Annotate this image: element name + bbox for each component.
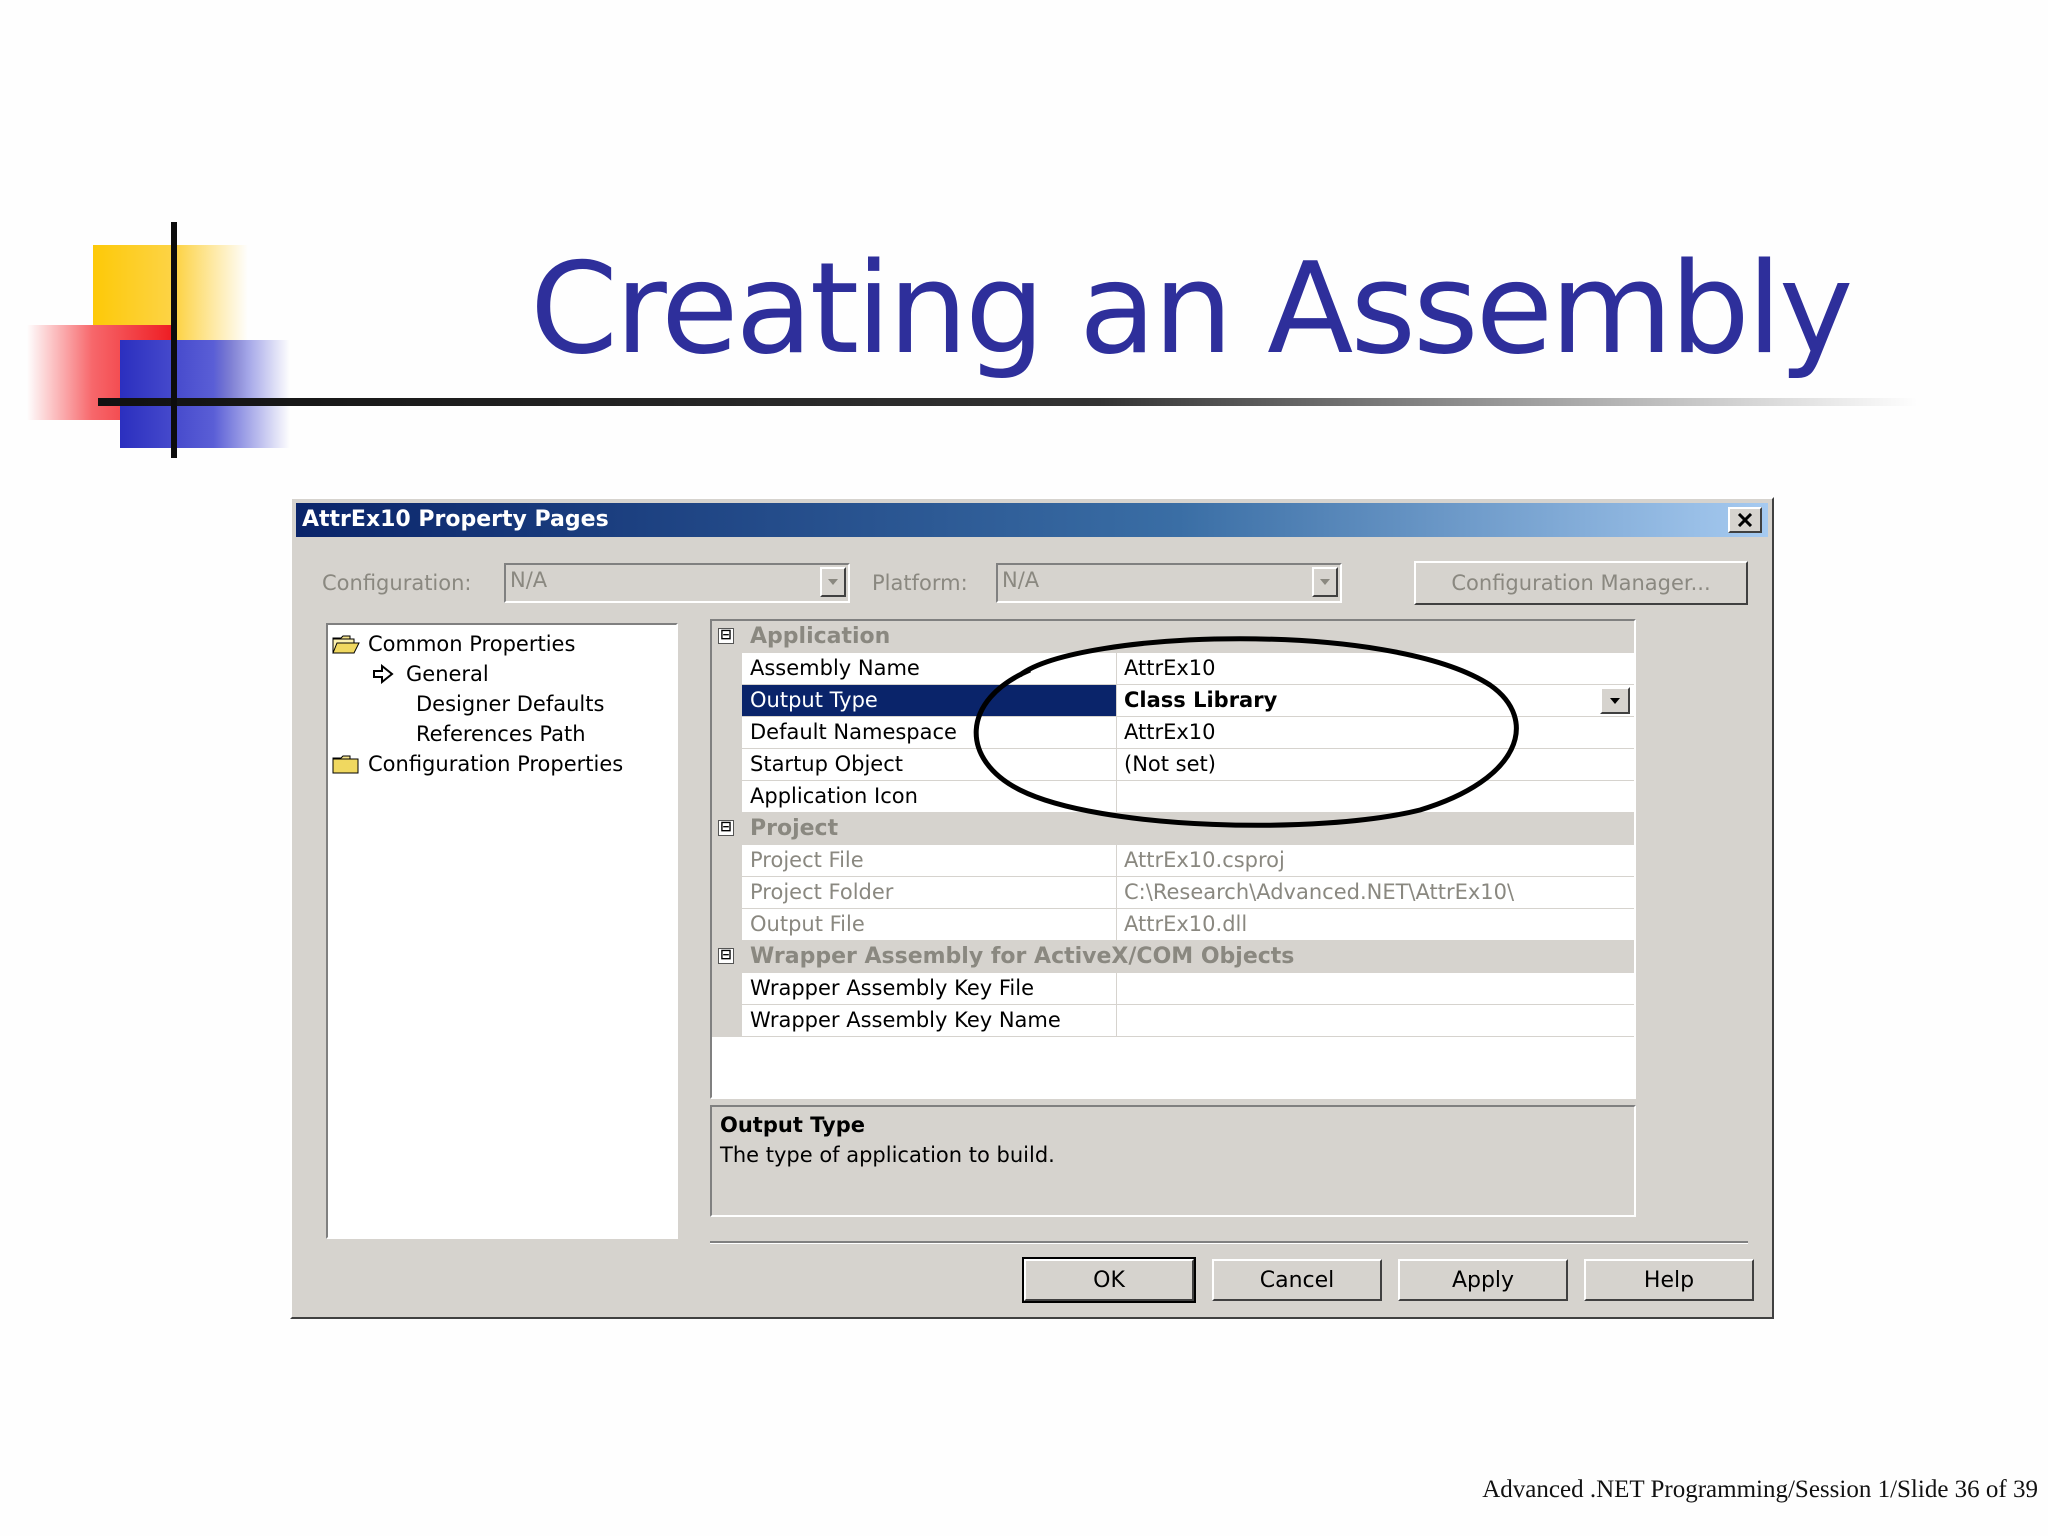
folder-icon [332, 755, 359, 774]
ok-button[interactable]: OK [1022, 1257, 1196, 1303]
collapse-icon[interactable]: ⊟ [718, 820, 734, 836]
collapse-icon[interactable]: ⊟ [718, 628, 734, 644]
help-button[interactable]: Help [1584, 1259, 1754, 1301]
close-button[interactable] [1728, 507, 1762, 533]
configuration-label: Configuration: [322, 571, 472, 595]
property-name: Output Type [750, 688, 878, 712]
row-gutter [712, 909, 742, 941]
platform-value: N/A [1002, 568, 1040, 592]
tree-item-label: Common Properties [368, 632, 576, 656]
property-value: AttrEx10.csproj [1124, 848, 1285, 872]
tree-item-label: Designer Defaults [416, 692, 605, 716]
column-divider [1116, 845, 1117, 877]
category-label: Project [750, 816, 839, 841]
configuration-dropdown-button[interactable] [820, 567, 846, 597]
row-gutter [712, 653, 742, 685]
property-name: Wrapper Assembly Key File [750, 976, 1034, 1000]
tree-item-label: References Path [416, 722, 586, 746]
category-label: Application [750, 624, 891, 649]
tree-item-common-properties[interactable]: Common Properties [332, 629, 575, 659]
row-gutter [712, 845, 742, 877]
property-name: Default Namespace [750, 720, 957, 744]
property-row-wrapper-key-name[interactable]: Wrapper Assembly Key Name [712, 1005, 1634, 1037]
chevron-down-icon [1610, 697, 1620, 704]
button-separator [710, 1241, 1748, 1244]
row-gutter [712, 781, 742, 813]
decor-horizontal-rule [98, 398, 1918, 406]
close-icon [1737, 513, 1753, 527]
tree-item-references-path[interactable]: References Path [416, 719, 586, 749]
category-label: Wrapper Assembly for ActiveX/COM Objects [750, 944, 1295, 969]
description-panel: Output Type The type of application to b… [710, 1105, 1636, 1217]
tree-item-general[interactable]: General [372, 659, 489, 689]
tree-item-label: Configuration Properties [368, 752, 624, 776]
row-gutter [712, 749, 742, 781]
column-divider [1116, 1005, 1117, 1037]
property-name: Wrapper Assembly Key Name [750, 1008, 1061, 1032]
slide-footer: Advanced .NET Programming/Session 1/Slid… [1482, 1476, 2038, 1503]
property-name: Output File [750, 912, 865, 936]
platform-label: Platform: [872, 571, 968, 595]
property-name: Application Icon [750, 784, 918, 808]
arrow-icon [373, 664, 394, 684]
slide-title: Creating an Assembly [530, 235, 1853, 382]
property-row-project-file[interactable]: Project File AttrEx10.csproj [712, 845, 1634, 877]
description-title: Output Type [720, 1113, 865, 1137]
collapse-icon[interactable]: ⊟ [718, 948, 734, 964]
column-divider [1116, 877, 1117, 909]
row-gutter [712, 717, 742, 749]
column-divider [1116, 909, 1117, 941]
dialog-titlebar[interactable]: AttrEx10 Property Pages [296, 503, 1768, 537]
annotation-ellipse-icon [973, 636, 1519, 828]
column-divider [1116, 973, 1117, 1005]
property-tree: Common Properties General Designer Defau… [326, 623, 678, 1239]
row-gutter [712, 973, 742, 1005]
open-folder-icon [332, 635, 360, 654]
tree-item-label: General [406, 662, 489, 686]
property-row-wrapper-key-file[interactable]: Wrapper Assembly Key File [712, 973, 1634, 1005]
cancel-button[interactable]: Cancel [1212, 1259, 1382, 1301]
platform-dropdown-button[interactable] [1312, 567, 1338, 597]
chevron-down-icon [1320, 579, 1330, 585]
row-gutter [712, 685, 742, 717]
property-value: C:\Research\Advanced.NET\AttrEx10\ [1124, 880, 1515, 904]
property-name: Assembly Name [750, 656, 920, 680]
row-gutter [712, 1005, 742, 1037]
decor-vertical-rule [171, 222, 177, 458]
property-name: Startup Object [750, 752, 904, 776]
tree-item-configuration-properties[interactable]: Configuration Properties [332, 749, 623, 779]
property-name: Project File [750, 848, 864, 872]
configuration-value: N/A [510, 568, 548, 592]
property-row-project-folder[interactable]: Project Folder C:\Research\Advanced.NET\… [712, 877, 1634, 909]
category-wrapper-assembly[interactable]: ⊟ Wrapper Assembly for ActiveX/COM Objec… [712, 941, 1634, 973]
property-value: AttrEx10.dll [1124, 912, 1248, 936]
chevron-down-icon [828, 579, 838, 585]
configuration-combo[interactable]: N/A [504, 563, 850, 603]
decor-blue-square [120, 340, 290, 448]
dialog-title: AttrEx10 Property Pages [302, 507, 609, 532]
platform-combo[interactable]: N/A [996, 563, 1342, 603]
configuration-manager-button[interactable]: Configuration Manager... [1414, 561, 1748, 605]
description-text: The type of application to build. [720, 1143, 1055, 1167]
property-name: Project Folder [750, 880, 894, 904]
tree-item-designer-defaults[interactable]: Designer Defaults [416, 689, 604, 719]
row-gutter [712, 877, 742, 909]
property-row-output-file[interactable]: Output File AttrEx10.dll [712, 909, 1634, 941]
output-type-dropdown-button[interactable] [1600, 687, 1630, 714]
apply-button[interactable]: Apply [1398, 1259, 1568, 1301]
